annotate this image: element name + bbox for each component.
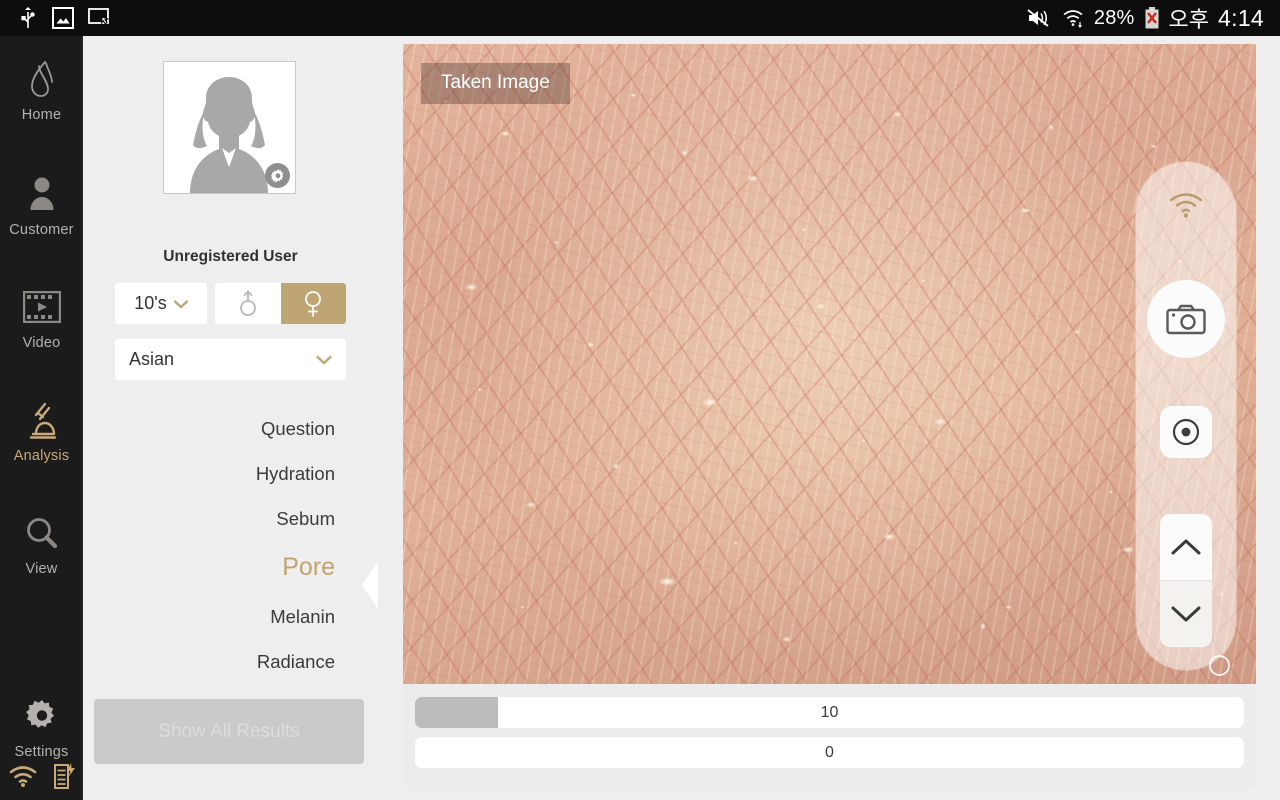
ethnicity-select-value: Asian — [129, 349, 175, 369]
status-bar-left-icons — [0, 7, 112, 29]
wifi-status-icon — [8, 764, 38, 788]
sidebar-nav: Home Customer Video Analysis View Settin… — [0, 36, 83, 800]
am-pm-label: 오후 — [1168, 7, 1210, 32]
film-strip-icon — [22, 286, 62, 328]
menu-item-radiance[interactable]: Radiance — [83, 639, 378, 684]
gear-icon — [22, 695, 62, 737]
age-select[interactable]: 10's — [115, 283, 207, 324]
usb-icon — [18, 7, 38, 29]
metric-bars: 10 0 — [415, 697, 1244, 777]
skin-micrograph-speckle — [403, 44, 1256, 684]
battery-error-icon — [1144, 7, 1160, 29]
microscope-icon — [22, 399, 62, 441]
sidebar-item-label: Home — [21, 107, 62, 123]
device-battery-charging-icon — [52, 762, 76, 790]
menu-item-melanin[interactable]: Melanin — [83, 594, 378, 639]
male-symbol-icon — [239, 289, 256, 316]
sidebar-item-label: Video — [22, 335, 61, 351]
selected-menu-indicator — [362, 561, 378, 609]
gender-male-button[interactable] — [215, 283, 281, 324]
analysis-card: Taken Image 10 0 — [403, 44, 1256, 788]
main-content: Taken Image 10 0 — [378, 36, 1280, 800]
sidebar-item-video[interactable]: Video — [0, 286, 83, 351]
gear-icon[interactable] — [265, 163, 290, 188]
sidebar-item-view[interactable]: View — [0, 512, 83, 577]
sidebar-item-label: View — [25, 561, 58, 577]
zoom-stepper — [1160, 514, 1212, 647]
zoom-down-button[interactable] — [1160, 580, 1212, 646]
chevron-down-icon — [1171, 606, 1201, 621]
focus-button[interactable] — [1160, 406, 1212, 458]
show-all-results-button[interactable]: Show All Results — [94, 699, 364, 764]
ethnicity-select[interactable]: Asian — [115, 339, 346, 380]
gender-toggle-group — [215, 283, 346, 324]
customer-name: Unregistered User — [163, 248, 298, 265]
zoom-up-button[interactable] — [1160, 514, 1212, 580]
focus-target-icon — [1172, 418, 1200, 446]
chevron-down-icon — [173, 293, 188, 314]
sidebar-item-label: Settings — [14, 744, 69, 760]
sidebar-item-settings[interactable]: Settings — [0, 695, 83, 760]
magnifier-icon — [22, 512, 62, 554]
avatar[interactable] — [163, 61, 296, 194]
sidebar-item-label: Customer — [9, 222, 74, 238]
pore-secondary-bar[interactable]: 0 — [415, 737, 1244, 768]
camera-shutter-button[interactable] — [1147, 280, 1225, 358]
volume-mute-icon — [1026, 7, 1052, 29]
battery-percent-label: 28% — [1093, 6, 1135, 29]
female-symbol-icon — [305, 290, 322, 317]
app-root: 28% 오후 4:14 Home Customer Video Analysis… — [0, 0, 1280, 800]
screenshot-icon — [52, 7, 74, 29]
status-bar-right-icons: 28% 오후 4:14 — [1026, 2, 1280, 34]
gender-female-button[interactable] — [280, 283, 346, 324]
menu-item-pore[interactable]: Pore — [83, 541, 378, 594]
bar-value: 10 — [820, 703, 839, 721]
person-icon — [22, 173, 62, 215]
camera-icon — [1166, 304, 1206, 335]
chevron-down-icon — [316, 349, 332, 370]
cast-icon — [88, 8, 112, 28]
camera-control-dock — [1136, 162, 1236, 676]
chevron-up-icon — [1171, 539, 1201, 555]
taken-image-label: Taken Image — [421, 63, 570, 104]
customer-panel: Unregistered User 10's Asian Question Hy… — [83, 36, 378, 800]
menu-item-question[interactable]: Question — [83, 406, 378, 451]
pore-count-bar[interactable]: 10 — [415, 697, 1244, 728]
sidebar-status-icons — [0, 762, 83, 790]
age-select-value: 10's — [134, 293, 167, 313]
analysis-menu: Question Hydration Sebum Pore Melanin Ra… — [83, 406, 378, 684]
sidebar-item-label: Analysis — [13, 448, 70, 464]
resize-handle-icon[interactable] — [1209, 655, 1230, 676]
sidebar-item-customer[interactable]: Customer — [0, 173, 83, 238]
wifi-icon — [1061, 6, 1085, 30]
menu-item-hydration[interactable]: Hydration — [83, 451, 378, 496]
brand-logo-icon — [22, 58, 62, 100]
bar-value: 0 — [825, 743, 834, 761]
clock-label: 4:14 — [1218, 4, 1264, 31]
sidebar-item-analysis[interactable]: Analysis — [0, 399, 83, 464]
status-bar: 28% 오후 4:14 — [0, 0, 1280, 36]
microscope-image-viewer[interactable]: Taken Image — [403, 44, 1256, 684]
menu-item-sebum[interactable]: Sebum — [83, 496, 378, 541]
sidebar-item-home[interactable]: Home — [0, 58, 83, 123]
dock-wifi-icon — [1136, 192, 1236, 220]
